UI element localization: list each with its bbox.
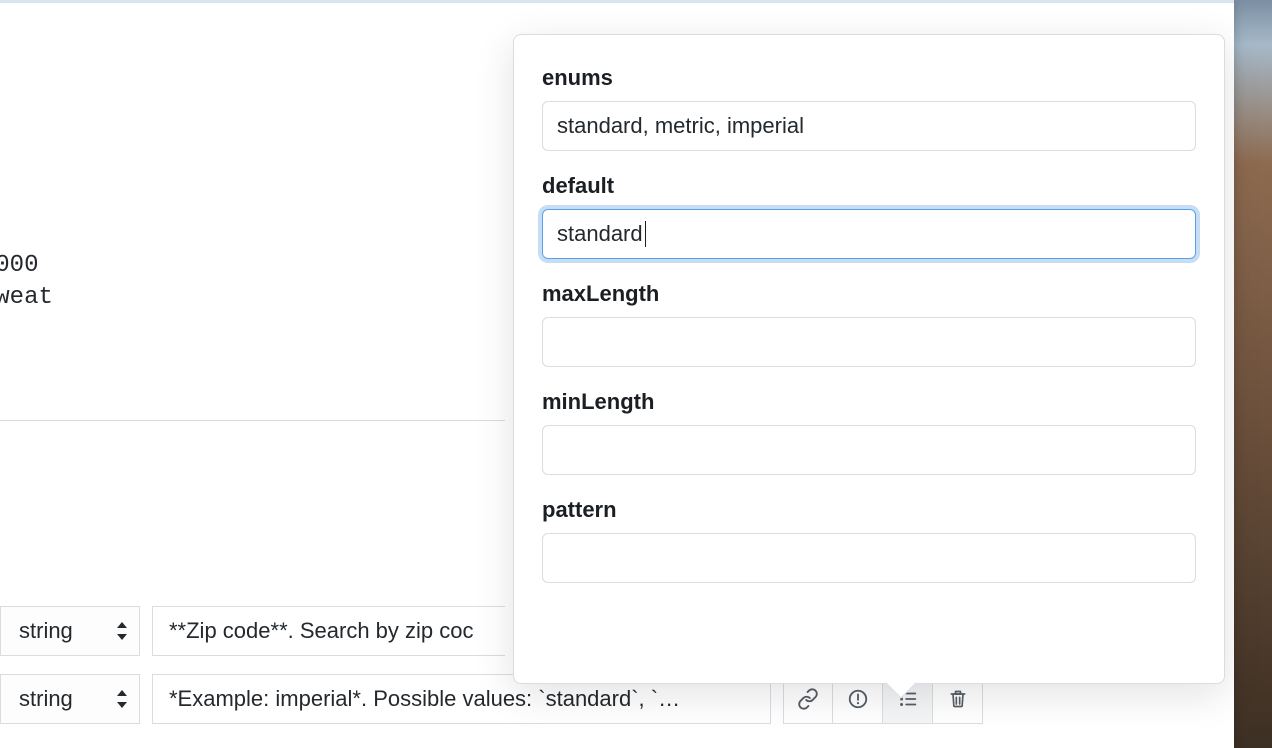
alert-circle-icon: [847, 688, 869, 710]
description-text: tion on Earth including over 200,000 s a…: [0, 250, 560, 314]
field-label: enums: [542, 65, 1196, 91]
trash-icon: [948, 688, 968, 710]
type-select-value: string: [19, 618, 73, 644]
sort-icon: [115, 621, 129, 641]
properties-popover: enums default standard maxLength minLeng…: [513, 34, 1225, 684]
description-value: *Example: imperial*. Possible values: `s…: [169, 686, 680, 712]
description-input[interactable]: **Zip code**. Search by zip coc: [152, 606, 505, 656]
field-label: default: [542, 173, 1196, 199]
parameter-row: string **Zip code**. Search by zip coc: [0, 606, 505, 656]
description-line-2: s and data from more than 40,000 weat: [0, 282, 560, 314]
type-select-value: string: [19, 686, 73, 712]
field-label: pattern: [542, 497, 1196, 523]
field-maxlength: maxLength: [542, 281, 1196, 367]
description-line-1: tion on Earth including over 200,000: [0, 252, 38, 279]
minlength-input[interactable]: [542, 425, 1196, 475]
desktop-wallpaper-sliver: [1234, 0, 1272, 748]
field-label: minLength: [542, 389, 1196, 415]
maxlength-input[interactable]: [542, 317, 1196, 367]
field-enums: enums: [542, 65, 1196, 151]
window-top-edge: [0, 0, 1234, 3]
description-value: **Zip code**. Search by zip coc: [169, 618, 474, 644]
field-default: default standard: [542, 173, 1196, 259]
section-divider: [0, 420, 505, 421]
pattern-input[interactable]: [542, 533, 1196, 583]
field-label: maxLength: [542, 281, 1196, 307]
type-select[interactable]: string: [0, 674, 140, 724]
type-select[interactable]: string: [0, 606, 140, 656]
field-pattern: pattern: [542, 497, 1196, 583]
sort-icon: [115, 689, 129, 709]
enums-input[interactable]: [542, 101, 1196, 151]
link-icon: [797, 688, 819, 710]
default-input[interactable]: standard: [542, 209, 1196, 259]
text-caret: [645, 221, 646, 247]
app-window: tion on Earth including over 200,000 s a…: [0, 0, 1234, 748]
default-input-value: standard: [557, 221, 643, 247]
field-minlength: minLength: [542, 389, 1196, 475]
